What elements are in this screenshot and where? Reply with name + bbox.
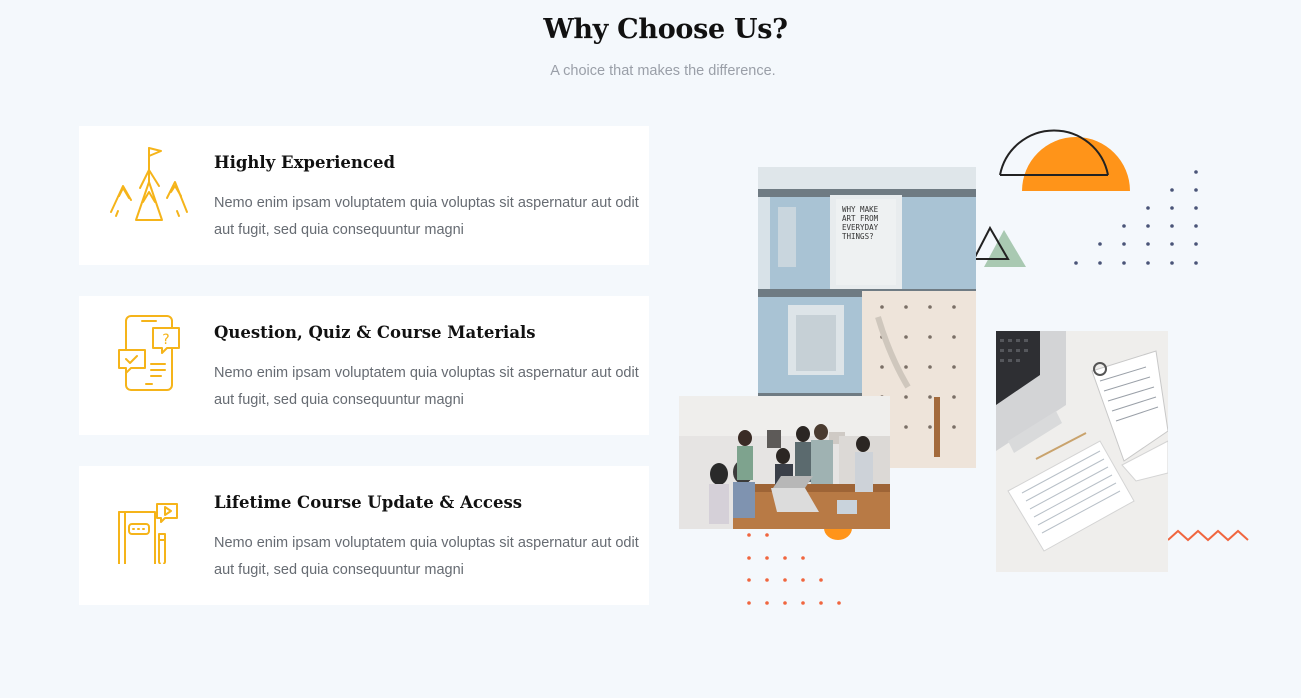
feature-title: Highly Experienced <box>214 153 395 172</box>
feature-card-quiz: ? Question, Quiz & Course Materials Nemo… <box>79 296 649 435</box>
poster-text: WHY MAKE ART FROM EVERYDAY THINGS? <box>842 205 879 241</box>
mobile-quiz-icon: ? <box>109 314 189 394</box>
feature-description: Nemo enim ipsam voluptatem quia voluptas… <box>214 365 639 408</box>
svg-text:?: ? <box>162 332 169 348</box>
feature-title: Question, Quiz & Course Materials <box>214 323 536 342</box>
feature-card-lifetime: Lifetime Course Update & Access Nemo eni… <box>79 466 649 605</box>
desk-photo <box>996 331 1168 572</box>
triangle-decoration <box>972 225 1026 267</box>
feature-title: Lifetime Course Update & Access <box>214 493 523 512</box>
group-photo <box>679 396 890 529</box>
section-title: Why Choose Us? <box>543 14 788 45</box>
dot-grid-orange <box>747 533 841 605</box>
feature-description: Nemo enim ipsam voluptatem quia voluptas… <box>214 535 639 578</box>
zigzag-decoration <box>1167 529 1249 542</box>
feature-description: Nemo enim ipsam voluptatem quia voluptas… <box>214 195 639 238</box>
feature-card-experienced: Highly Experienced Nemo enim ipsam volup… <box>79 126 649 265</box>
notebook-video-icon <box>109 484 189 569</box>
dot-grid-navy <box>1074 170 1198 265</box>
section-subtitle: A choice that makes the difference. <box>550 63 776 79</box>
mountain-flag-icon <box>109 144 189 224</box>
